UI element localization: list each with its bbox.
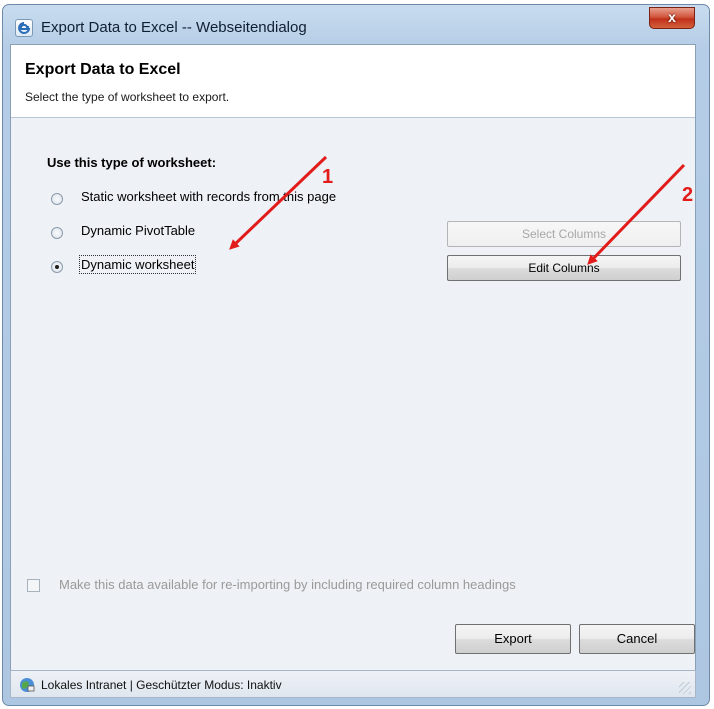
annotation-marker-1: 1 (322, 166, 334, 188)
annotation-marker-2: 2 (682, 184, 694, 206)
annotation-arrow-2 (587, 163, 686, 265)
annotation-overlay (229, 155, 686, 265)
annotation-arrow-1 (229, 155, 328, 250)
